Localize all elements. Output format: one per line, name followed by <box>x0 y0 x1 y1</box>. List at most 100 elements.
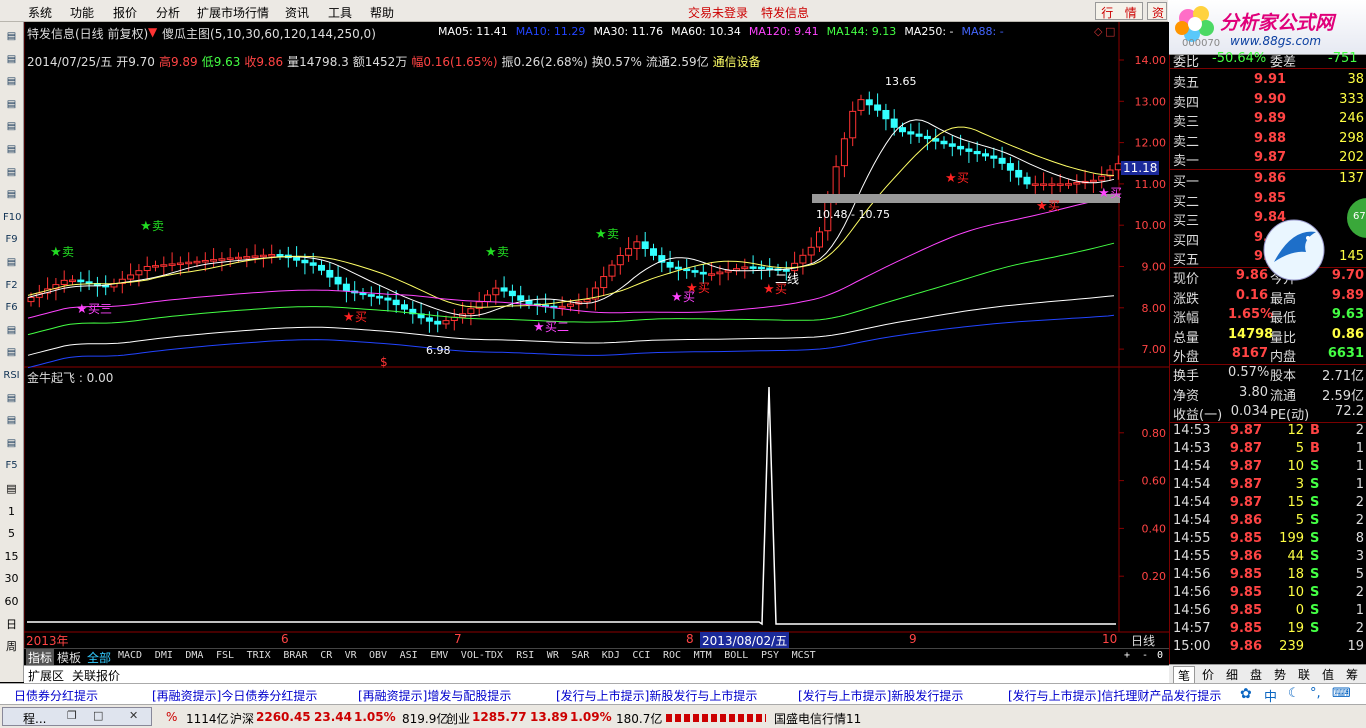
zoom-out-button[interactable]: - <box>1142 650 1148 661</box>
indicator-tab-asi[interactable]: ASI <box>400 650 418 661</box>
indicator-tab-trix[interactable]: TRIX <box>247 650 271 661</box>
kline-icon[interactable]: ▤ <box>3 96 20 113</box>
toolbar-button-日[interactable]: 日 <box>3 616 20 633</box>
indicator-tab-vr[interactable]: VR <box>345 650 357 661</box>
line-icon[interactable]: ▤ <box>3 344 20 361</box>
menu-analysis[interactable]: 分析 <box>156 4 180 21</box>
ticker-item[interactable]: [再融资提示]今日债券分红提示 <box>152 687 317 704</box>
toolbar-button-30[interactable]: 30 <box>3 570 20 587</box>
indicator-tab-fsl[interactable]: FSL <box>216 650 234 661</box>
ticker-item[interactable]: [发行与上市提示]信托理财产品发行提示 <box>1008 687 1221 704</box>
moon-icon[interactable]: ☾ <box>1288 686 1300 701</box>
move-icon[interactable]: ▤ <box>3 412 20 429</box>
indicator-tab-roc[interactable]: ROC <box>663 650 681 661</box>
indicator-tab-kdj[interactable]: KDJ <box>602 650 620 661</box>
panel-tab-6[interactable]: 值 <box>1317 666 1339 683</box>
chart-icon[interactable]: ▤ <box>3 141 20 158</box>
paw-icon[interactable]: ✿ <box>1240 686 1252 702</box>
indicator-tab-obv[interactable]: OBV <box>369 650 387 661</box>
candle-body <box>359 292 367 296</box>
toolbar-button-RSI[interactable]: RSI <box>3 367 20 384</box>
tab-indicator[interactable]: 指标 <box>26 649 55 666</box>
pen-icon[interactable]: ▤ <box>3 435 20 452</box>
toolbar-button-60[interactable]: 60 <box>3 593 20 610</box>
tab-all[interactable]: 全部 <box>87 649 111 666</box>
indicator-tab-mtm[interactable]: MTM <box>694 650 712 661</box>
panel-tab-4[interactable]: 势 <box>1269 666 1291 683</box>
period-label: 日线 <box>1131 634 1156 648</box>
restore-icon[interactable]: ❐ <box>67 709 77 722</box>
bar-icon[interactable]: ▤ <box>3 164 20 181</box>
news-link[interactable]: 特发信息 <box>761 4 809 21</box>
panel-tab-1[interactable]: 价 <box>1197 666 1219 683</box>
maximize-icon[interactable]: □ <box>93 709 103 722</box>
grid-icon[interactable]: ▤ <box>3 118 20 135</box>
indicator-tab-mcst[interactable]: MCST <box>792 650 816 661</box>
menu-tools[interactable]: 工具 <box>328 4 352 21</box>
ticker-item[interactable]: [发行与上市提示]新股发行提示 <box>798 687 963 704</box>
toolbar-button-F6[interactable]: F6 <box>3 299 20 316</box>
ime-icon[interactable]: 中 <box>1264 686 1277 705</box>
toolbar-button-F9[interactable]: F9 <box>3 231 20 248</box>
indicator-tab-dma[interactable]: DMA <box>185 650 203 661</box>
dollar-icon[interactable]: ▤ <box>3 390 20 407</box>
quote-icon[interactable]: ▤ <box>3 254 20 271</box>
menu-function[interactable]: 功能 <box>70 4 94 21</box>
info-button[interactable]: 资 <box>1147 2 1167 20</box>
indicator-tab-psy[interactable]: PSY <box>761 650 779 661</box>
indicator-tab-dmi[interactable]: DMI <box>155 650 173 661</box>
zoom-in-button[interactable]: + <box>1124 650 1130 661</box>
gear-icon[interactable]: ▤ <box>3 73 20 90</box>
close-icon[interactable]: ✕ <box>129 709 138 722</box>
toolbar-button-F10[interactable]: F10 <box>3 209 21 226</box>
reset-button[interactable]: 0 <box>1157 650 1163 661</box>
toolbar-button-周[interactable]: 周 <box>3 638 20 655</box>
candle-body <box>152 265 159 268</box>
indicator-tab-cci[interactable]: CCI <box>632 650 650 661</box>
arrow-up-icon[interactable]: ▤ <box>3 28 20 45</box>
scroll-icon[interactable]: ▤ <box>3 480 20 497</box>
indicator-tab-wr[interactable]: WR <box>547 650 559 661</box>
menu-system[interactable]: 系统 <box>28 4 52 21</box>
toolbar-button-15[interactable]: 15 <box>3 548 20 565</box>
keyboard-icon[interactable]: ⌨ <box>1332 686 1351 701</box>
ticker-item-left[interactable]: 日债券分红提示 <box>14 687 98 704</box>
toolbar-button-F2[interactable]: F2 <box>3 277 20 294</box>
chart-close-icon[interactable]: □ <box>1105 25 1115 38</box>
panel-tab-3[interactable]: 盘 <box>1245 666 1267 683</box>
trade-login-status[interactable]: 交易未登录 <box>688 4 748 21</box>
punct-icon[interactable]: °, <box>1310 686 1321 701</box>
ticker-item[interactable]: [发行与上市提示]新股发行与上市提示 <box>556 687 757 704</box>
panel-tab-7[interactable]: 筹 <box>1341 666 1363 683</box>
indicator-tab-macd[interactable]: MACD <box>118 650 142 661</box>
table-icon[interactable]: ▤ <box>3 186 20 203</box>
toolbar-button-F5[interactable]: F5 <box>3 457 20 474</box>
indicator-tab-rsi[interactable]: RSI <box>516 650 534 661</box>
menu-quote[interactable]: 报价 <box>113 4 137 21</box>
indicator-tab-brar[interactable]: BRAR <box>283 650 307 661</box>
scope-icon[interactable]: ▤ <box>3 322 20 339</box>
scroll-text[interactable]: 国盛电信行情11 <box>774 710 861 727</box>
quote-button[interactable]: 行 情 <box>1095 2 1143 20</box>
tab-related-quote[interactable]: 关联报价 <box>72 667 120 684</box>
main-chart[interactable]: 14.00 13.00 12.00 11.00 10.00 9.00 8.00 7.00 0.… <box>24 22 1169 648</box>
arrow-down-icon[interactable]: ▤ <box>3 51 20 68</box>
menu-help[interactable]: 帮助 <box>370 4 394 21</box>
chart-options-icon[interactable]: ◇ <box>1094 25 1102 38</box>
indicator-tab-boll[interactable]: BOLL <box>724 650 748 661</box>
indicator-tab-vol-tdx[interactable]: VOL-TDX <box>461 650 503 661</box>
ticker-item[interactable]: [再融资提示]增发与配股提示 <box>358 687 511 704</box>
tab-template[interactable]: 模板 <box>57 649 81 666</box>
indicator-tab-emv[interactable]: EMV <box>430 650 448 661</box>
toolbar-button-1[interactable]: 1 <box>3 503 20 520</box>
menu-info[interactable]: 资讯 <box>285 4 309 21</box>
panel-tab-2[interactable]: 细 <box>1221 666 1243 683</box>
panel-tab-5[interactable]: 联 <box>1293 666 1315 683</box>
tab-extension[interactable]: 扩展区 <box>28 667 64 684</box>
main-formula[interactable]: 傻瓜主图(5,10,30,60,120,144,250,0) <box>162 25 376 42</box>
menu-extended-market[interactable]: 扩展市场行情 <box>197 4 269 21</box>
indicator-tab-sar[interactable]: SAR <box>571 650 589 661</box>
toolbar-button-5[interactable]: 5 <box>3 525 20 542</box>
indicator-tab-cr[interactable]: CR <box>320 650 332 661</box>
minimized-window[interactable]: 程... ❐ □ ✕ <box>2 707 152 726</box>
